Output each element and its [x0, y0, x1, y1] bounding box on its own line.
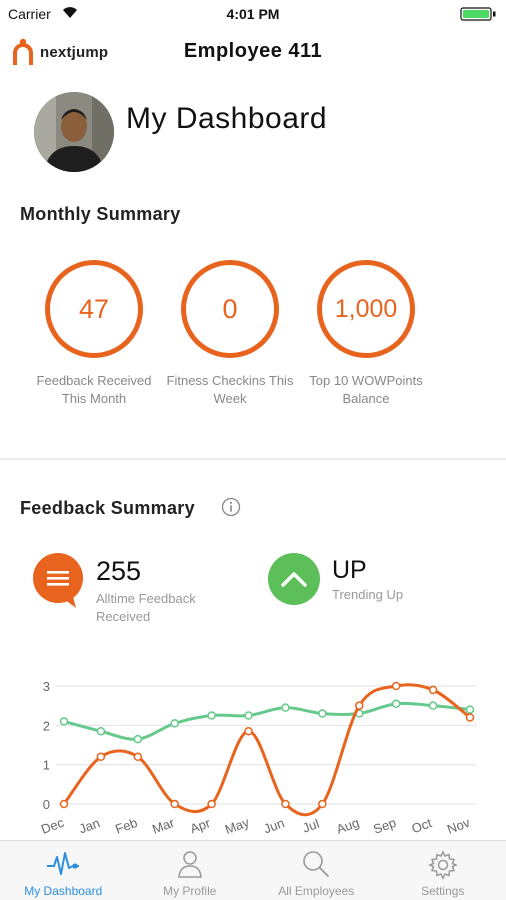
data-point — [281, 799, 290, 809]
tab-my-dashboard[interactable]: My Dashboard — [0, 841, 127, 900]
gear-icon — [427, 850, 458, 880]
clock: 4:01 PM — [226, 6, 280, 22]
avatar[interactable] — [34, 92, 114, 172]
person-icon — [177, 851, 202, 878]
data-point — [207, 799, 216, 809]
avatar-photo — [34, 92, 114, 172]
y-tick-label: 3 — [43, 679, 50, 694]
search-icon — [303, 851, 330, 877]
pulse-icon — [47, 852, 80, 875]
feedback-summary-title: Feedback Summary — [20, 498, 195, 518]
x-tick-label: Jan — [77, 815, 102, 836]
stat-wowpoints[interactable]: 1,000 Top 10 WOWPoints Balance — [296, 260, 436, 408]
y-tick-label: 1 — [43, 758, 50, 773]
monthly-summary-title: Monthly Summary — [20, 204, 181, 224]
data-point — [170, 719, 179, 728]
tab-settings[interactable]: Settings — [380, 841, 506, 900]
data-point — [465, 705, 475, 714]
x-tick-label: Jul — [300, 816, 321, 836]
x-tick-label: May — [223, 814, 252, 837]
section-divider — [0, 458, 506, 460]
y-tick-label: 2 — [43, 718, 50, 733]
stat-value: 1,000 — [317, 260, 415, 358]
tab-label: My Dashboard — [24, 884, 103, 898]
data-point — [391, 681, 401, 691]
data-point — [355, 701, 364, 710]
alltime-feedback-value: 255 — [96, 556, 142, 586]
tab-bar: My Dashboard My Profile All Employees Se… — [0, 840, 506, 900]
page-title: My Dashboard — [126, 102, 328, 135]
data-point — [133, 752, 143, 762]
x-tick-label: Aug — [334, 815, 361, 837]
x-tick-label: Oct — [409, 815, 433, 836]
trend-value: UP — [332, 556, 367, 584]
data-point — [59, 799, 69, 809]
tab-all-employees[interactable]: All Employees — [253, 841, 380, 900]
data-point — [391, 699, 401, 708]
data-point — [244, 711, 253, 720]
y-tick-label: 0 — [43, 797, 50, 812]
app-title: Employee 411 — [183, 40, 323, 62]
stat-label: Feedback Received This Month — [36, 373, 152, 406]
data-point — [133, 734, 143, 744]
x-tick-label: Dec — [39, 815, 66, 837]
chat-bubble-icon — [33, 553, 83, 608]
data-point — [318, 799, 327, 809]
stat-fitness-checkins[interactable]: 0 Fitness Checkins This Week — [160, 260, 300, 408]
x-tick-label: Sep — [371, 815, 398, 837]
x-tick-label: Nov — [445, 815, 472, 837]
x-tick-label: Apr — [188, 815, 213, 836]
battery-icon — [460, 7, 496, 21]
stat-value: 47 — [45, 260, 143, 358]
info-icon[interactable] — [221, 497, 241, 517]
data-point — [96, 752, 106, 762]
data-point — [207, 711, 216, 720]
data-point — [428, 701, 438, 710]
data-point — [244, 726, 253, 736]
tab-label: All Employees — [278, 884, 355, 898]
data-point — [170, 799, 179, 809]
tab-label: My Profile — [163, 884, 217, 898]
data-point — [428, 685, 438, 695]
x-tick-label: Jun — [261, 815, 286, 836]
status-bar: Carrier 4:01 PM — [0, 0, 506, 28]
alltime-feedback-label: Alltime Feedback Received — [96, 591, 196, 624]
data-point — [318, 709, 327, 718]
stat-feedback-month[interactable]: 47 Feedback Received This Month — [24, 260, 164, 408]
x-tick-label: Mar — [150, 815, 177, 837]
data-point — [281, 703, 290, 712]
tab-label: Settings — [421, 884, 465, 898]
data-point — [59, 717, 69, 726]
tab-my-profile[interactable]: My Profile — [127, 841, 254, 900]
stat-label: Top 10 WOWPoints Balance — [309, 373, 423, 406]
stat-value: 0 — [181, 260, 279, 358]
data-point — [96, 726, 106, 736]
x-tick-label: Feb — [113, 815, 139, 837]
trend-up-icon — [268, 553, 320, 605]
data-point — [465, 713, 475, 722]
feedback-trend-chart: 0 1 2 3 Dec Jan Feb Mar Apr May Jun Jul Aug Sep Oct Nov — [39, 679, 476, 837]
trend-label: Trending Up — [332, 587, 404, 602]
app-bar: nextjump Employee 411 — [0, 30, 506, 74]
series-line-1 — [63, 701, 471, 741]
stat-label: Fitness Checkins This Week — [166, 373, 294, 406]
